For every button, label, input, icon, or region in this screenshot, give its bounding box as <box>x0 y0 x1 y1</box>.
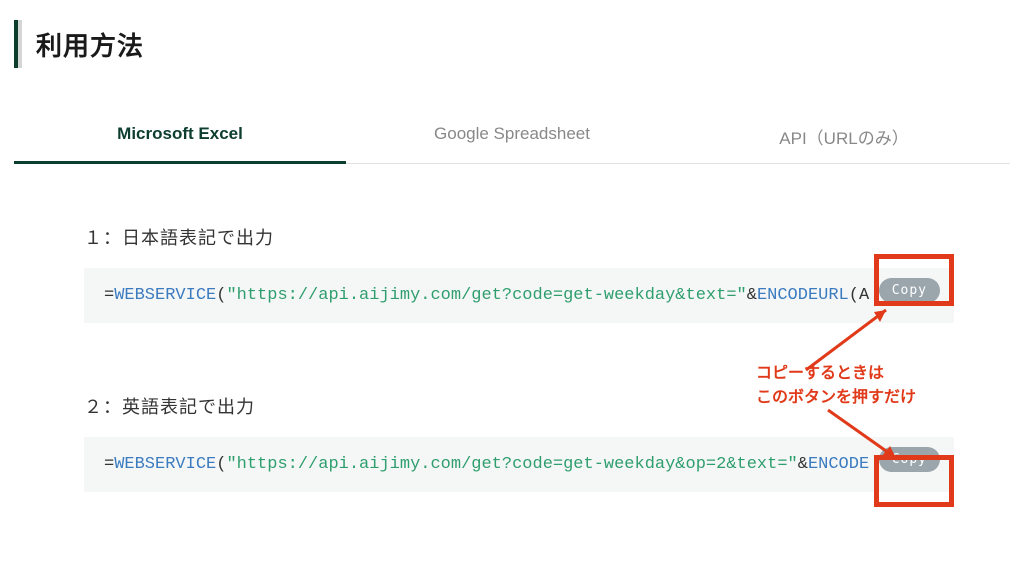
code-token-fn2: ENCODEURL <box>757 286 849 305</box>
code-token-tail: (A <box>849 286 869 305</box>
code-token-paren: ( <box>216 455 226 474</box>
code-token-paren: ( <box>216 286 226 305</box>
code-block-2: =WEBSERVICE("https://api.aijimy.com/get?… <box>84 437 954 492</box>
code-block-1: =WEBSERVICE("https://api.aijimy.com/get?… <box>84 268 954 323</box>
annotation-text: コピーするときは このボタンを押すだけ <box>756 362 916 410</box>
tab-api[interactable]: API（URLのみ） <box>678 110 1010 163</box>
section-1-label: １：日本語表記で出力 <box>84 224 954 250</box>
tab-google-spreadsheet[interactable]: Google Spreadsheet <box>346 110 678 163</box>
tabs-bar: Microsoft Excel Google Spreadsheet API（U… <box>14 110 1010 164</box>
page-header: 利用方法 <box>0 0 1024 68</box>
code-token-fn2: ENCODE <box>808 455 869 474</box>
code-token: = <box>104 286 114 305</box>
copy-button-1[interactable]: Copy <box>879 278 940 303</box>
code-token-fn: WEBSERVICE <box>114 455 216 474</box>
code-token-string: "https://api.aijimy.com/get?code=get-wee… <box>226 286 746 305</box>
annotation-line-2: このボタンを押すだけ <box>756 389 916 406</box>
code-token-amp: & <box>747 286 757 305</box>
accent-bar <box>14 20 22 68</box>
tab-excel[interactable]: Microsoft Excel <box>14 110 346 164</box>
code-token-amp: & <box>798 455 808 474</box>
code-token: = <box>104 455 114 474</box>
copy-button-2[interactable]: Copy <box>879 447 940 472</box>
code-token-string: "https://api.aijimy.com/get?code=get-wee… <box>226 455 797 474</box>
page-title: 利用方法 <box>36 26 144 63</box>
content-area: １：日本語表記で出力 =WEBSERVICE("https://api.aiji… <box>0 164 1024 492</box>
code-token-fn: WEBSERVICE <box>114 286 216 305</box>
annotation-line-1: コピーするときは <box>756 365 884 382</box>
